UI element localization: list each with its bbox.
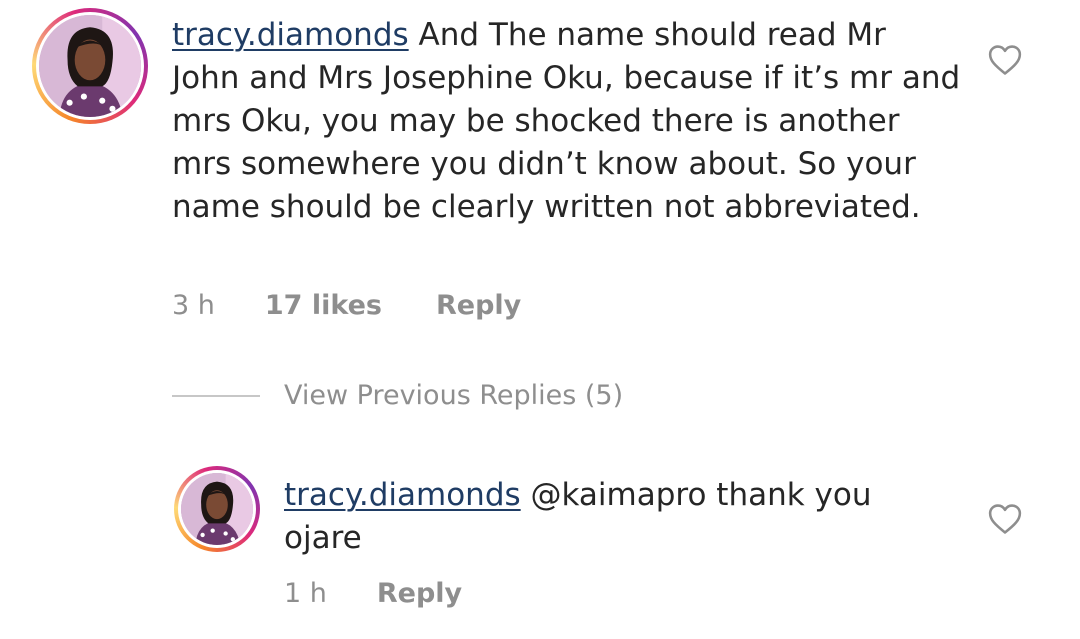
avatar[interactable] <box>32 8 148 124</box>
comment-meta: 3 h 17 likes Reply <box>172 290 521 321</box>
comments-thread: tracy.diamonds And The name should read … <box>0 0 1080 639</box>
view-previous-replies-button[interactable]: View Previous Replies (5) <box>172 380 623 411</box>
avatar-image <box>39 15 141 117</box>
comment-reply-button[interactable]: Reply <box>436 290 521 321</box>
comment-time: 3 h <box>172 290 215 321</box>
reply-avatar[interactable] <box>174 466 260 552</box>
comment-username[interactable]: tracy.diamonds <box>172 17 409 53</box>
reply-username[interactable]: tracy.diamonds <box>284 477 521 513</box>
comment-body: tracy.diamonds And The name should read … <box>172 14 962 229</box>
comment-likes[interactable]: 17 likes <box>265 290 382 321</box>
reply-avatar-image <box>181 473 253 545</box>
heart-outline-icon[interactable] <box>988 44 1022 76</box>
reply-time: 1 h <box>284 578 327 609</box>
heart-outline-icon[interactable] <box>988 503 1022 535</box>
divider-line <box>172 394 260 397</box>
reply-meta: 1 h Reply <box>284 578 462 609</box>
reply-reply-button[interactable]: Reply <box>377 578 462 609</box>
reply-body: tracy.diamonds @kaimapro thank you ojare <box>284 474 924 560</box>
view-previous-replies-label: View Previous Replies (5) <box>284 380 624 411</box>
